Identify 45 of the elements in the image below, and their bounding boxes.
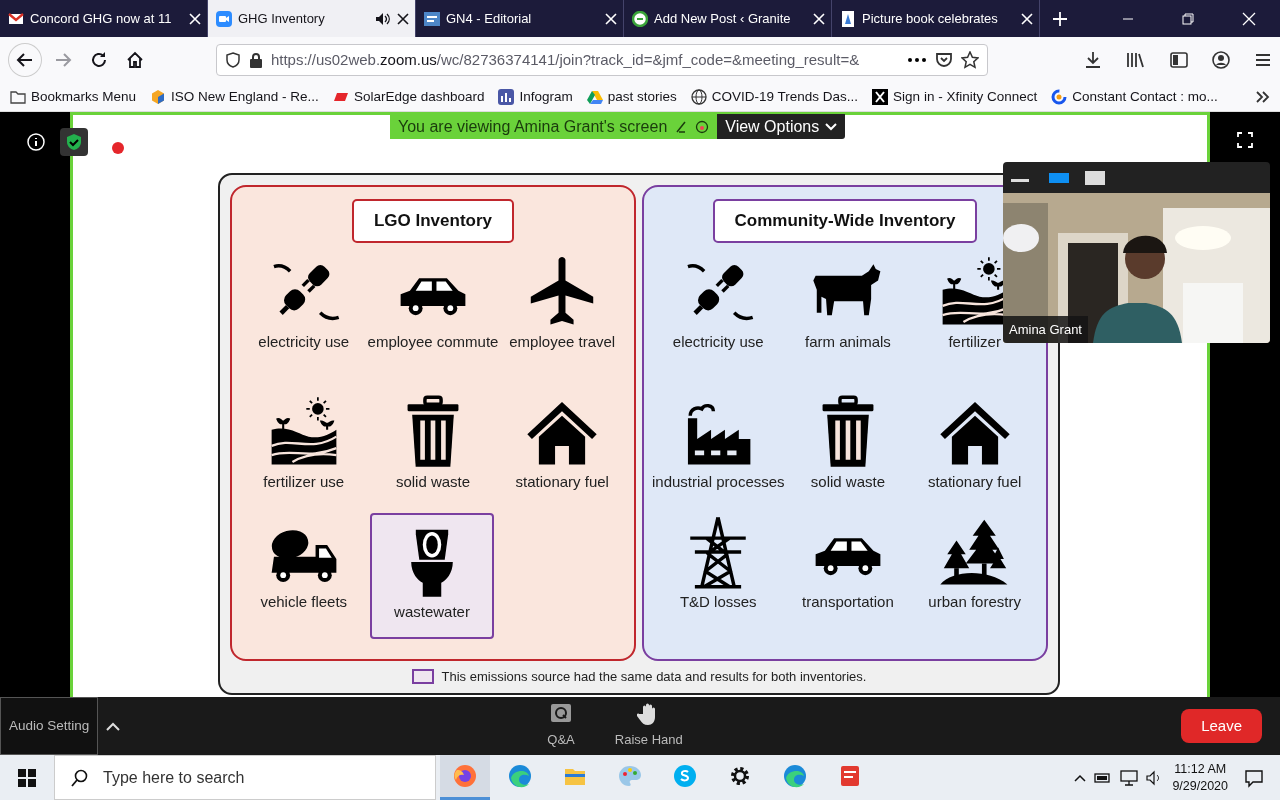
source-label: fertilizer use [263, 471, 345, 492]
source-label: transportation [802, 591, 894, 612]
bookmark-link[interactable]: Bookmarks Menu [31, 86, 137, 108]
source-label: electricity use [258, 331, 350, 352]
tab-title: Picture book celebrates [862, 9, 999, 28]
search-field[interactable]: Type here to search [101, 757, 431, 798]
panel-title: Community-Wide Inventory [712, 199, 978, 243]
browser-tab[interactable]: GHG Inventory [208, 0, 416, 37]
source-label: stationary fuel [515, 471, 609, 492]
source-label: solid waste [395, 471, 471, 492]
toolbar-button[interactable]: Q&A [547, 702, 575, 750]
bookmark-link[interactable]: Sign in - Xfinity Connect [893, 86, 1038, 108]
clock[interactable]: 11:12 AM 9/29/2020 [1172, 760, 1228, 795]
tab-title: Concord GHG now at 11 [30, 9, 173, 28]
source-label: stationary fuel [927, 471, 1022, 492]
bookmark-link[interactable]: SolarEdge dashboard [353, 86, 485, 108]
tab-title: GN4 - Editorial [446, 9, 533, 28]
source-label: fertilizer [948, 331, 1001, 352]
bookmark-link[interactable]: Infogram [519, 86, 573, 108]
legend-text: This emissions source had the same data and results for both inventories. [441, 668, 867, 686]
source-label: urban forestry [928, 591, 1021, 612]
source-label: industrial processes [652, 471, 785, 492]
source-label: employee commute [367, 331, 499, 352]
audio-setting-button[interactable]: Audio Setting [0, 697, 99, 755]
tab-title: GHG Inventory [238, 9, 326, 28]
source-label: employee travel [509, 331, 616, 352]
source-label: T&D losses [679, 591, 757, 612]
bookmark-link[interactable]: COVID-19 Trends Das... [711, 86, 859, 108]
source-label: solid waste [810, 471, 885, 492]
toolbar-button[interactable]: Raise Hand [614, 702, 683, 750]
leave-button[interactable]: Leave [1181, 708, 1262, 744]
panel-title: LGO Inventory [351, 199, 515, 243]
source-label: wastewater [394, 601, 470, 622]
source-label: farm animals [805, 331, 891, 352]
source-label: vehicle fleets [260, 591, 348, 612]
tab-title: Add New Post ‹ Granite [654, 9, 792, 28]
address-field[interactable]: https://us02web.zoom.us/wc/82736374141/join?track_id=&jmf_code=&meeting_result=& [215, 44, 988, 76]
bookmark-link[interactable]: Constant Contact : mo... [1072, 86, 1218, 108]
bookmark-link[interactable]: ISO New England - Re... [171, 86, 319, 108]
search-box[interactable]: Type here to search [54, 755, 436, 800]
view-options-button[interactable]: View Options [717, 114, 846, 139]
screen-share-banner: You are viewing Amina Grant's screen [390, 114, 718, 139]
source-label: electricity use [672, 331, 764, 352]
bookmark-link[interactable]: past stories [607, 86, 677, 108]
participant-name: Amina Grant [1003, 315, 1088, 343]
